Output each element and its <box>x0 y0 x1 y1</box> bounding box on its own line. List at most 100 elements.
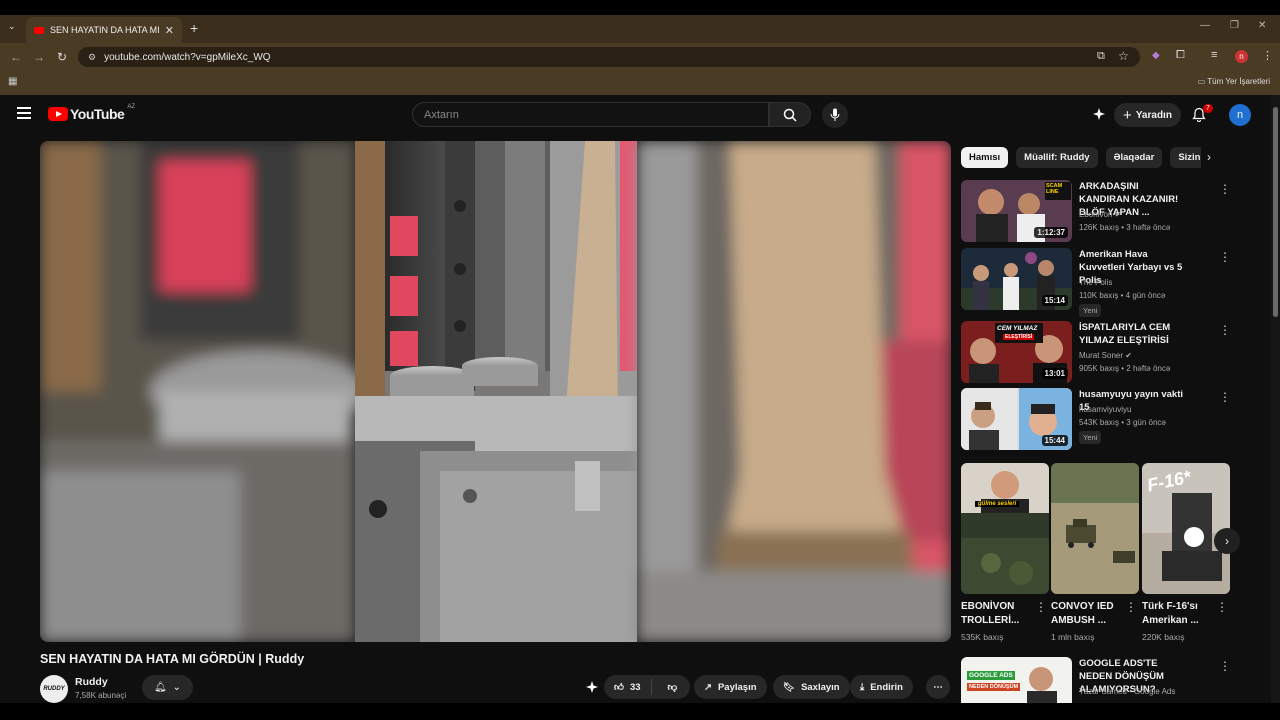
forward-icon[interactable]: → <box>33 50 45 64</box>
rec-meta: 126K baxış • 3 həftə öncə <box>1079 223 1171 232</box>
page-scrollbar[interactable] <box>1271 95 1280 703</box>
rec-channel-name: Murat Soner <box>1079 351 1124 360</box>
apps-grid-icon[interactable]: ▦ <box>8 76 17 87</box>
video-title: SEN HAYATIN DA HATA MI GÖRDÜN | Ruddy <box>40 652 305 666</box>
duration: 15:44 <box>1041 435 1068 446</box>
like-button[interactable]: 👍︎ 33 <box>604 679 652 695</box>
rec-channel: The Polis <box>1079 278 1113 287</box>
chip-for-you[interactable]: Sizin üçün <box>1170 147 1201 168</box>
recommended-video[interactable]: CEM YILMAZ ELEŞTİRİSİ 13:01 İSPATLARIYLA… <box>961 321 1261 383</box>
notification-count: 7 <box>1203 104 1213 113</box>
close-tab-icon[interactable]: ✕ <box>165 24 174 37</box>
short-views: 220K baxış <box>1142 632 1185 642</box>
extension-icon[interactable]: ◆ <box>1152 50 1160 61</box>
rec-meta: 905K baxış • 2 həftə öncə <box>1079 364 1171 373</box>
rec-channel: husamviyuviyu <box>1079 405 1132 414</box>
back-icon[interactable]: ← <box>10 50 22 64</box>
recommended-video[interactable]: GOOGLE ADS NEDEN DÖNÜŞÜM GOOGLE ADS'TE N… <box>961 657 1261 703</box>
rec-menu-icon[interactable]: ⋮ <box>1219 390 1231 404</box>
mic-icon <box>830 108 840 121</box>
save-label: Saxlayın <box>801 681 840 693</box>
more-actions-button[interactable]: ⋯ <box>926 675 950 699</box>
rec-menu-icon[interactable]: ⋮ <box>1219 182 1231 196</box>
ai-sparkle-icon[interactable] <box>1092 107 1106 126</box>
chip-author[interactable]: Müəllif: Ruddy <box>1016 147 1098 168</box>
profile-icon[interactable]: n <box>1235 50 1248 63</box>
browser-tab[interactable]: SEN HAYATIN DA HATA MI GÖRDÜN ✕ <box>26 17 182 43</box>
dislike-button[interactable]: 👎︎ <box>658 681 688 693</box>
download-button[interactable]: ⤓ Endirin <box>850 675 913 699</box>
rec-channel-name: Ebonivon <box>1079 210 1113 219</box>
short-item[interactable]: gülme sesleri EBONİVON TROLLERİ... 535K … <box>961 463 1049 642</box>
short-menu-icon[interactable]: ⋮ <box>1125 600 1137 614</box>
voice-search-button[interactable] <box>822 102 848 128</box>
chips-next-icon[interactable]: › <box>1207 150 1211 164</box>
country-code: AZ <box>127 104 135 110</box>
tab-search-icon[interactable]: ⌄ <box>8 21 16 32</box>
url-text: youtube.com/watch?v=gpMileXc_WQ <box>104 51 271 63</box>
short-views: 1 mln baxış <box>1051 632 1095 642</box>
shorts-next-icon[interactable]: › <box>1214 528 1240 554</box>
short-title: EBONİVON TROLLERİ... <box>961 601 1020 626</box>
search-button[interactable] <box>769 102 811 127</box>
rec-meta: 110K baxış • 4 gün öncə <box>1079 291 1166 300</box>
rec-channel: Ebonivon ✔ <box>1079 210 1121 219</box>
browser-menu-icon[interactable]: ⋮ <box>1262 49 1273 62</box>
rec-title: İSPATLARIYLA CEM YILMAZ ELEŞTİRİSİ <box>1079 322 1171 346</box>
restore-icon[interactable]: ❐ <box>1230 20 1239 31</box>
rec-menu-icon[interactable]: ⋮ <box>1219 323 1231 337</box>
like-dislike-group: 👍︎ 33 👎︎ <box>604 675 690 699</box>
os-top-bar <box>0 0 1280 15</box>
short-menu-icon[interactable]: ⋮ <box>1216 600 1228 614</box>
new-tab-icon[interactable]: + <box>190 20 198 36</box>
share-button[interactable]: ↗ Paylaşın <box>694 675 767 699</box>
video-player[interactable] <box>40 141 951 642</box>
recommended-video[interactable]: 15:14 Amerikan Hava Kuvvetleri Yarbayı v… <box>961 248 1261 317</box>
all-bookmarks-label: Tüm Yer İşaretleri <box>1207 77 1270 86</box>
recommended-video[interactable]: SCAM LINE 1:12:37 ARKADAŞINI KANDIRAN KA… <box>961 180 1261 242</box>
search-input[interactable]: Axtarın <box>412 102 769 127</box>
rec-menu-icon[interactable]: ⋮ <box>1219 659 1231 673</box>
site-info-icon[interactable]: ⚙ <box>88 52 96 63</box>
reload-icon[interactable]: ↻ <box>57 50 67 64</box>
url-field[interactable]: ⚙ youtube.com/watch?v=gpMileXc_WQ <box>78 47 1140 67</box>
short-item[interactable]: CONVOY IED AMBUSH ... 1 mln baxış ⋮ <box>1051 463 1139 642</box>
subscribed-notifications-button[interactable]: 🔔︎ ⌄ <box>142 675 193 700</box>
minimize-icon[interactable]: — <box>1200 20 1210 31</box>
channel-avatar[interactable]: RUDDY <box>40 675 68 703</box>
save-button[interactable]: 🔖︎ Saxlayın <box>773 675 850 699</box>
verified-icon: ✔ <box>1125 351 1132 360</box>
channel-name[interactable]: Ruddy <box>75 676 108 688</box>
window-close-icon[interactable]: ✕ <box>1258 20 1266 31</box>
search-icon <box>783 108 797 122</box>
short-menu-icon[interactable]: ⋮ <box>1035 600 1047 614</box>
duration: 1:12:37 <box>1034 227 1068 238</box>
extensions-puzzle-icon[interactable]: ⧠ <box>1176 49 1185 62</box>
ask-ai-icon[interactable] <box>585 680 599 699</box>
short-title: CONVOY IED AMBUSH ... <box>1051 601 1114 626</box>
youtube-favicon <box>34 26 44 34</box>
download-icon: ⤓ <box>860 681 865 693</box>
thumb-text: gülme sesleri <box>975 501 1020 507</box>
bookmarks-bar: ▦ ▭ Tüm Yer İşaretleri <box>0 71 1280 95</box>
chip-related[interactable]: Əlaqədar <box>1105 147 1163 168</box>
new-badge: Yeni <box>1079 304 1102 317</box>
folder-icon: ▭ <box>1197 77 1208 86</box>
media-icon[interactable]: ≡ <box>1211 49 1217 61</box>
recommended-video[interactable]: 15:44 husamyuyu yayın vakti 15 husamviyu… <box>961 388 1261 450</box>
video-thumbnail: 15:44 <box>961 388 1072 450</box>
plus-icon: + <box>1123 106 1132 124</box>
chip-all[interactable]: Hamısı <box>961 147 1009 168</box>
logo-text: YouTube <box>70 106 125 122</box>
youtube-play-icon <box>48 107 68 121</box>
bookmark-star-icon[interactable]: ☆ <box>1118 49 1129 63</box>
scrollbar-thumb[interactable] <box>1273 107 1278 317</box>
hamburger-menu-icon[interactable] <box>17 107 31 122</box>
install-icon[interactable]: ⧉ <box>1097 50 1105 63</box>
account-avatar[interactable]: n <box>1229 104 1251 126</box>
short-item[interactable]: F-16* Türk F-16'sı Amerikan ... 220K bax… <box>1142 463 1230 642</box>
youtube-logo[interactable]: YouTube AZ <box>48 104 135 122</box>
create-button[interactable]: + Yaradın <box>1114 103 1181 127</box>
rec-menu-icon[interactable]: ⋮ <box>1219 250 1231 264</box>
all-bookmarks[interactable]: ▭ Tüm Yer İşaretleri <box>1198 77 1270 86</box>
